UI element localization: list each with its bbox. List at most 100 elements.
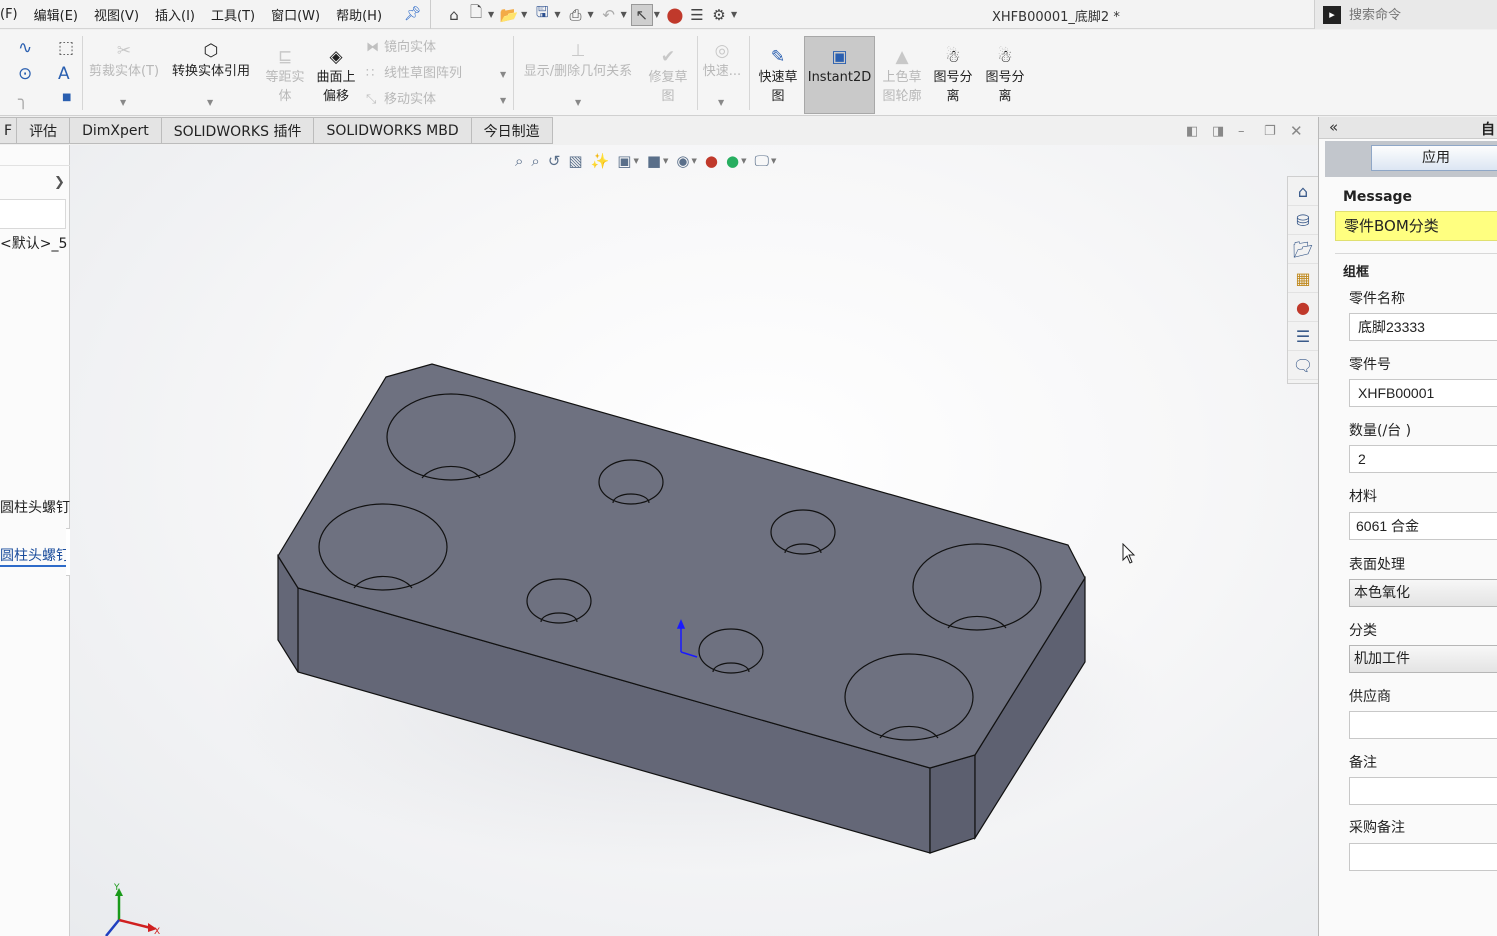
linear-pattern-button[interactable]: ∷ 线性草图阵列 (366, 66, 462, 82)
repair-sketch-button[interactable]: ✔ 修复草 图 (644, 46, 692, 106)
select-arrow-icon[interactable]: ↖ (630, 3, 653, 26)
spline-icon[interactable]: ∿ (18, 38, 32, 58)
convert-entities-button[interactable]: ⬡ 转换实体引用 (166, 40, 256, 81)
gear-dropdown-icon[interactable]: ▼ (731, 10, 737, 19)
plane-icon[interactable]: ⬚ (58, 38, 74, 58)
tab-today-manufacturing[interactable]: 今日制造 (471, 117, 553, 144)
file-explorer-icon[interactable]: 📂︎ (1288, 235, 1318, 264)
trim-dropdown-icon[interactable]: ▼ (120, 98, 126, 107)
fillet-icon[interactable]: ╮ (18, 90, 28, 110)
edit-appearance-icon[interactable]: ● (705, 152, 718, 170)
apply-scene-icon[interactable]: ● (726, 152, 739, 170)
open-folder-icon[interactable]: 📂 (498, 4, 520, 26)
split-drawing-number-button-1[interactable]: ☃ 图号分 离 (929, 46, 977, 106)
display-style-dropdown-icon[interactable]: ▼ (663, 157, 668, 165)
search-command-box[interactable]: ▸ (1314, 0, 1497, 29)
view-settings-dropdown-icon[interactable]: ▼ (771, 157, 776, 165)
zoom-to-fit-icon[interactable]: ⌕ (515, 152, 523, 170)
new-document-icon[interactable]: 🗋 (465, 3, 487, 26)
tab-evaluate[interactable]: 评估 (17, 117, 71, 144)
mirror-entities-button[interactable]: ⧓ 镜向实体 (366, 40, 436, 56)
menu-view[interactable]: 视图(V) (86, 5, 147, 24)
tile-right-icon[interactable]: ◨ (1212, 124, 1224, 139)
minimize-icon[interactable]: – (1238, 124, 1245, 139)
snaps-dropdown-icon[interactable]: ▼ (718, 98, 724, 107)
save-dropdown-icon[interactable]: ▼ (554, 10, 560, 19)
print-icon[interactable]: ⎙ (564, 4, 586, 26)
material-field[interactable]: 6061 合金 (1349, 512, 1497, 540)
section-view-icon[interactable]: ▧ (568, 152, 582, 170)
quantity-field[interactable]: 2 (1349, 445, 1497, 473)
tab-dimxpert[interactable]: DimXpert (70, 117, 162, 144)
apply-button[interactable]: 应用 (1371, 145, 1497, 171)
tree-item-cap-screw-1[interactable]: 圆柱头螺钉 (0, 497, 70, 517)
tab-features[interactable]: F (0, 117, 18, 144)
text-icon[interactable]: A (58, 64, 70, 84)
view-orientation-dropdown-icon[interactable]: ▼ (633, 157, 638, 165)
undo-dropdown-icon[interactable]: ▼ (621, 10, 627, 19)
view-palette-icon[interactable]: ▦ (1288, 264, 1318, 293)
menu-edit[interactable]: 编辑(E) (26, 5, 86, 24)
open-dropdown-icon[interactable]: ▼ (521, 10, 527, 19)
save-icon[interactable]: 🖫 (531, 3, 553, 26)
purchase-remarks-field[interactable] (1349, 843, 1497, 871)
collapse-panel-icon[interactable]: « (1329, 118, 1338, 136)
rapid-sketch-button[interactable]: ✎ 快速草 图 (754, 46, 802, 106)
instant2d-button[interactable]: ▣ Instant2D (804, 36, 875, 114)
restore-icon[interactable]: ❐ (1264, 124, 1276, 139)
offset-on-surface-button[interactable]: ◈ 曲面上 偏移 (312, 46, 360, 106)
pattern-dropdown-icon[interactable]: ▼ (500, 70, 506, 79)
view-orientation-icon[interactable]: ▣ (617, 152, 631, 170)
menu-file[interactable]: (F) (0, 7, 26, 22)
print-dropdown-icon[interactable]: ▼ (587, 10, 593, 19)
hide-show-dropdown-icon[interactable]: ▼ (692, 157, 697, 165)
chevron-right-icon[interactable]: ❯ (54, 175, 65, 190)
shaded-sketch-button[interactable]: ▲ 上色草 图轮廓 (878, 46, 926, 106)
undo-icon[interactable]: ↶ (598, 4, 620, 26)
design-library-icon[interactable]: ⛁ (1288, 206, 1318, 235)
relations-dropdown-icon[interactable]: ▼ (575, 98, 581, 107)
tree-item-cap-screw-2[interactable]: 圆柱头螺钉 (0, 545, 68, 567)
scene-dropdown-icon[interactable]: ▼ (741, 157, 746, 165)
part-name-field[interactable]: 底脚23333 (1349, 313, 1497, 341)
supplier-field[interactable] (1349, 711, 1497, 739)
convert-dropdown-icon[interactable]: ▼ (207, 98, 213, 107)
tree-filter-input[interactable] (0, 199, 66, 229)
menu-help[interactable]: 帮助(H) (328, 5, 390, 24)
graphics-area[interactable] (70, 145, 1318, 936)
surface-treatment-select[interactable]: 本色氧化 (1349, 579, 1497, 607)
search-command-input[interactable] (1349, 7, 1489, 22)
tab-solidworks-mbd[interactable]: SOLIDWORKS MBD (314, 117, 472, 144)
display-style-icon[interactable]: ■ (647, 152, 661, 170)
appearances-icon[interactable]: ● (1288, 293, 1318, 322)
category-select[interactable]: 机加工件 (1349, 645, 1497, 673)
new-dropdown-icon[interactable]: ▼ (488, 10, 494, 19)
trim-entities-button[interactable]: ✂ 剪裁实体(T) (88, 40, 160, 81)
solidworks-resources-icon[interactable]: ⌂ (1288, 177, 1318, 206)
traffic-light-icon[interactable]: ⬤ (664, 4, 686, 26)
quick-snaps-button[interactable]: ◎ 快速... (700, 40, 744, 81)
hide-show-icon[interactable]: ◉ (676, 152, 689, 170)
forum-icon[interactable]: 🗨︎ (1288, 351, 1318, 380)
tile-left-icon[interactable]: ◧ (1186, 124, 1198, 139)
point-icon[interactable]: ■ (62, 92, 71, 103)
zoom-to-area-icon[interactable]: ⌕ (531, 152, 539, 170)
offset-entities-button[interactable]: ⊑ 等距实 体 (262, 46, 308, 106)
part-number-field[interactable]: XHFB00001 (1349, 379, 1497, 407)
select-dropdown-icon[interactable]: ▼ (654, 10, 660, 19)
move-entities-button[interactable]: ⤡ 移动实体 (366, 92, 436, 108)
home-icon[interactable]: ⌂ (443, 4, 465, 26)
tree-default-config[interactable]: <默认>_5 (0, 233, 70, 253)
menu-tools[interactable]: 工具(T) (203, 5, 263, 24)
menu-insert[interactable]: 插入(I) (147, 5, 203, 24)
remarks-field[interactable] (1349, 777, 1497, 805)
view-settings-icon[interactable]: 🖵︎ (754, 152, 768, 170)
previous-view-icon[interactable]: ↺ (548, 152, 561, 170)
dynamic-annotation-icon[interactable]: ✨ (591, 152, 610, 170)
close-icon[interactable]: ✕ (1290, 122, 1303, 140)
custom-properties-icon[interactable]: ☰ (1288, 322, 1318, 351)
display-relations-button[interactable]: ⊥ 显示/删除几何关系 (518, 40, 638, 81)
menu-window[interactable]: 窗口(W) (263, 5, 328, 24)
tab-solidworks-addins[interactable]: SOLIDWORKS 插件 (161, 117, 315, 144)
options-icon[interactable]: ☰ (686, 4, 708, 26)
